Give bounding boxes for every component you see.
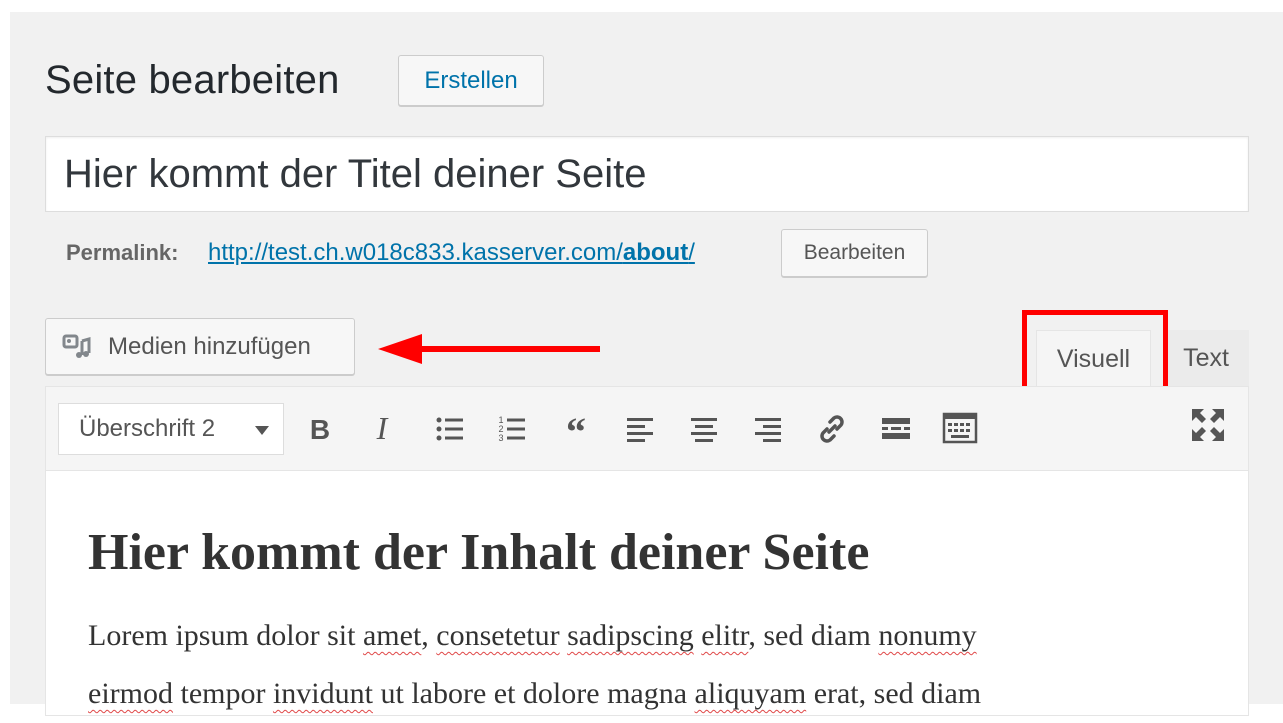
align-left-button[interactable] — [620, 409, 660, 449]
misspelled-word: invidunt — [272, 677, 373, 710]
italic-icon: I — [376, 410, 389, 446]
misspelled-word: aliquyam — [694, 677, 807, 710]
misspelled-word: amet — [362, 619, 422, 652]
misspelled-word: nonumy — [878, 619, 977, 652]
create-button[interactable]: Erstellen — [398, 55, 544, 106]
svg-text:B: B — [310, 414, 330, 445]
svg-text:I: I — [376, 410, 389, 446]
text-fragment: , sed diam — [748, 619, 879, 652]
numbered-list-button[interactable]: 1 2 3 — [492, 409, 532, 449]
text-fragment: Lorem ipsum dolor sit — [88, 619, 363, 652]
align-center-button[interactable] — [684, 409, 724, 449]
align-right-button[interactable] — [748, 409, 788, 449]
fullscreen-button[interactable] — [1188, 405, 1228, 445]
text-fragment: tempor — [172, 677, 273, 710]
media-icon — [62, 334, 91, 358]
align-center-icon — [691, 418, 717, 442]
permalink-url-slug: about — [622, 239, 689, 266]
content-heading: Hier kommt der Inhalt deiner Seite — [88, 524, 870, 581]
permalink-url-prefix: http://test.ch.w018c833.kasserver.com/ — [208, 239, 623, 266]
text-fragment — [560, 619, 568, 652]
link-icon — [820, 415, 844, 443]
link-button[interactable] — [812, 409, 852, 449]
tab-visual[interactable]: Visuell — [1036, 330, 1151, 388]
italic-button[interactable]: I — [362, 409, 402, 449]
content-paragraph-line-2: eirmod tempor invidunt ut labore et dolo… — [88, 665, 981, 723]
align-left-icon — [627, 418, 653, 442]
fullscreen-icon — [1192, 409, 1224, 441]
svg-text:3: 3 — [498, 433, 503, 443]
content-editor[interactable]: Überschrift 2 B I 1 2 3 “ Hier kommt der… — [45, 386, 1249, 716]
format-select-value: Überschrift 2 — [79, 415, 216, 442]
page-title: Seite bearbeiten — [45, 58, 340, 102]
read-more-button[interactable] — [876, 409, 916, 449]
misspelled-word: elitr — [701, 619, 749, 652]
blockquote-icon: “ — [566, 409, 586, 449]
page-title-input[interactable]: Hier kommt der Titel deiner Seite — [45, 136, 1249, 212]
add-media-button[interactable]: Medien hinzufügen — [45, 318, 355, 375]
numbered-list-icon: 1 2 3 — [498, 415, 525, 443]
bulleted-list-icon — [436, 417, 463, 441]
chevron-down-icon — [255, 426, 269, 435]
text-fragment: ut labore et dolore magna — [372, 677, 695, 710]
add-media-label: Medien hinzufügen — [108, 333, 311, 360]
misspelled-word: sadipscing — [567, 619, 694, 652]
permalink-url[interactable]: http://test.ch.w018c833.kasserver.com/ab… — [208, 238, 695, 268]
tab-text[interactable]: Text — [1163, 330, 1249, 386]
misspelled-word: eirmod — [88, 677, 173, 710]
bold-icon: B — [310, 414, 330, 445]
read-more-icon — [882, 418, 910, 439]
annotation-arrow-icon — [378, 334, 600, 364]
toolbar-toggle-icon — [942, 412, 978, 444]
svg-text:“: “ — [566, 409, 586, 449]
permalink-url-suffix: / — [688, 239, 695, 266]
content-paragraph-line-1: Lorem ipsum dolor sit amet, consetetur s… — [88, 607, 977, 665]
format-select[interactable]: Überschrift 2 — [58, 403, 284, 455]
text-fragment: erat, sed diam — [806, 677, 982, 710]
editor-toolbar: Überschrift 2 B I 1 2 3 “ — [46, 387, 1248, 471]
bulleted-list-button[interactable] — [430, 409, 470, 449]
permalink-label: Permalink: — [66, 240, 179, 265]
toolbar-toggle-button[interactable] — [940, 409, 980, 449]
blockquote-button[interactable]: “ — [556, 409, 596, 449]
edit-permalink-button[interactable]: Bearbeiten — [781, 229, 928, 277]
misspelled-word: consetetur — [436, 619, 560, 652]
bold-button[interactable]: B — [300, 409, 340, 449]
text-fragment: , — [421, 619, 437, 652]
align-right-icon — [755, 418, 781, 442]
